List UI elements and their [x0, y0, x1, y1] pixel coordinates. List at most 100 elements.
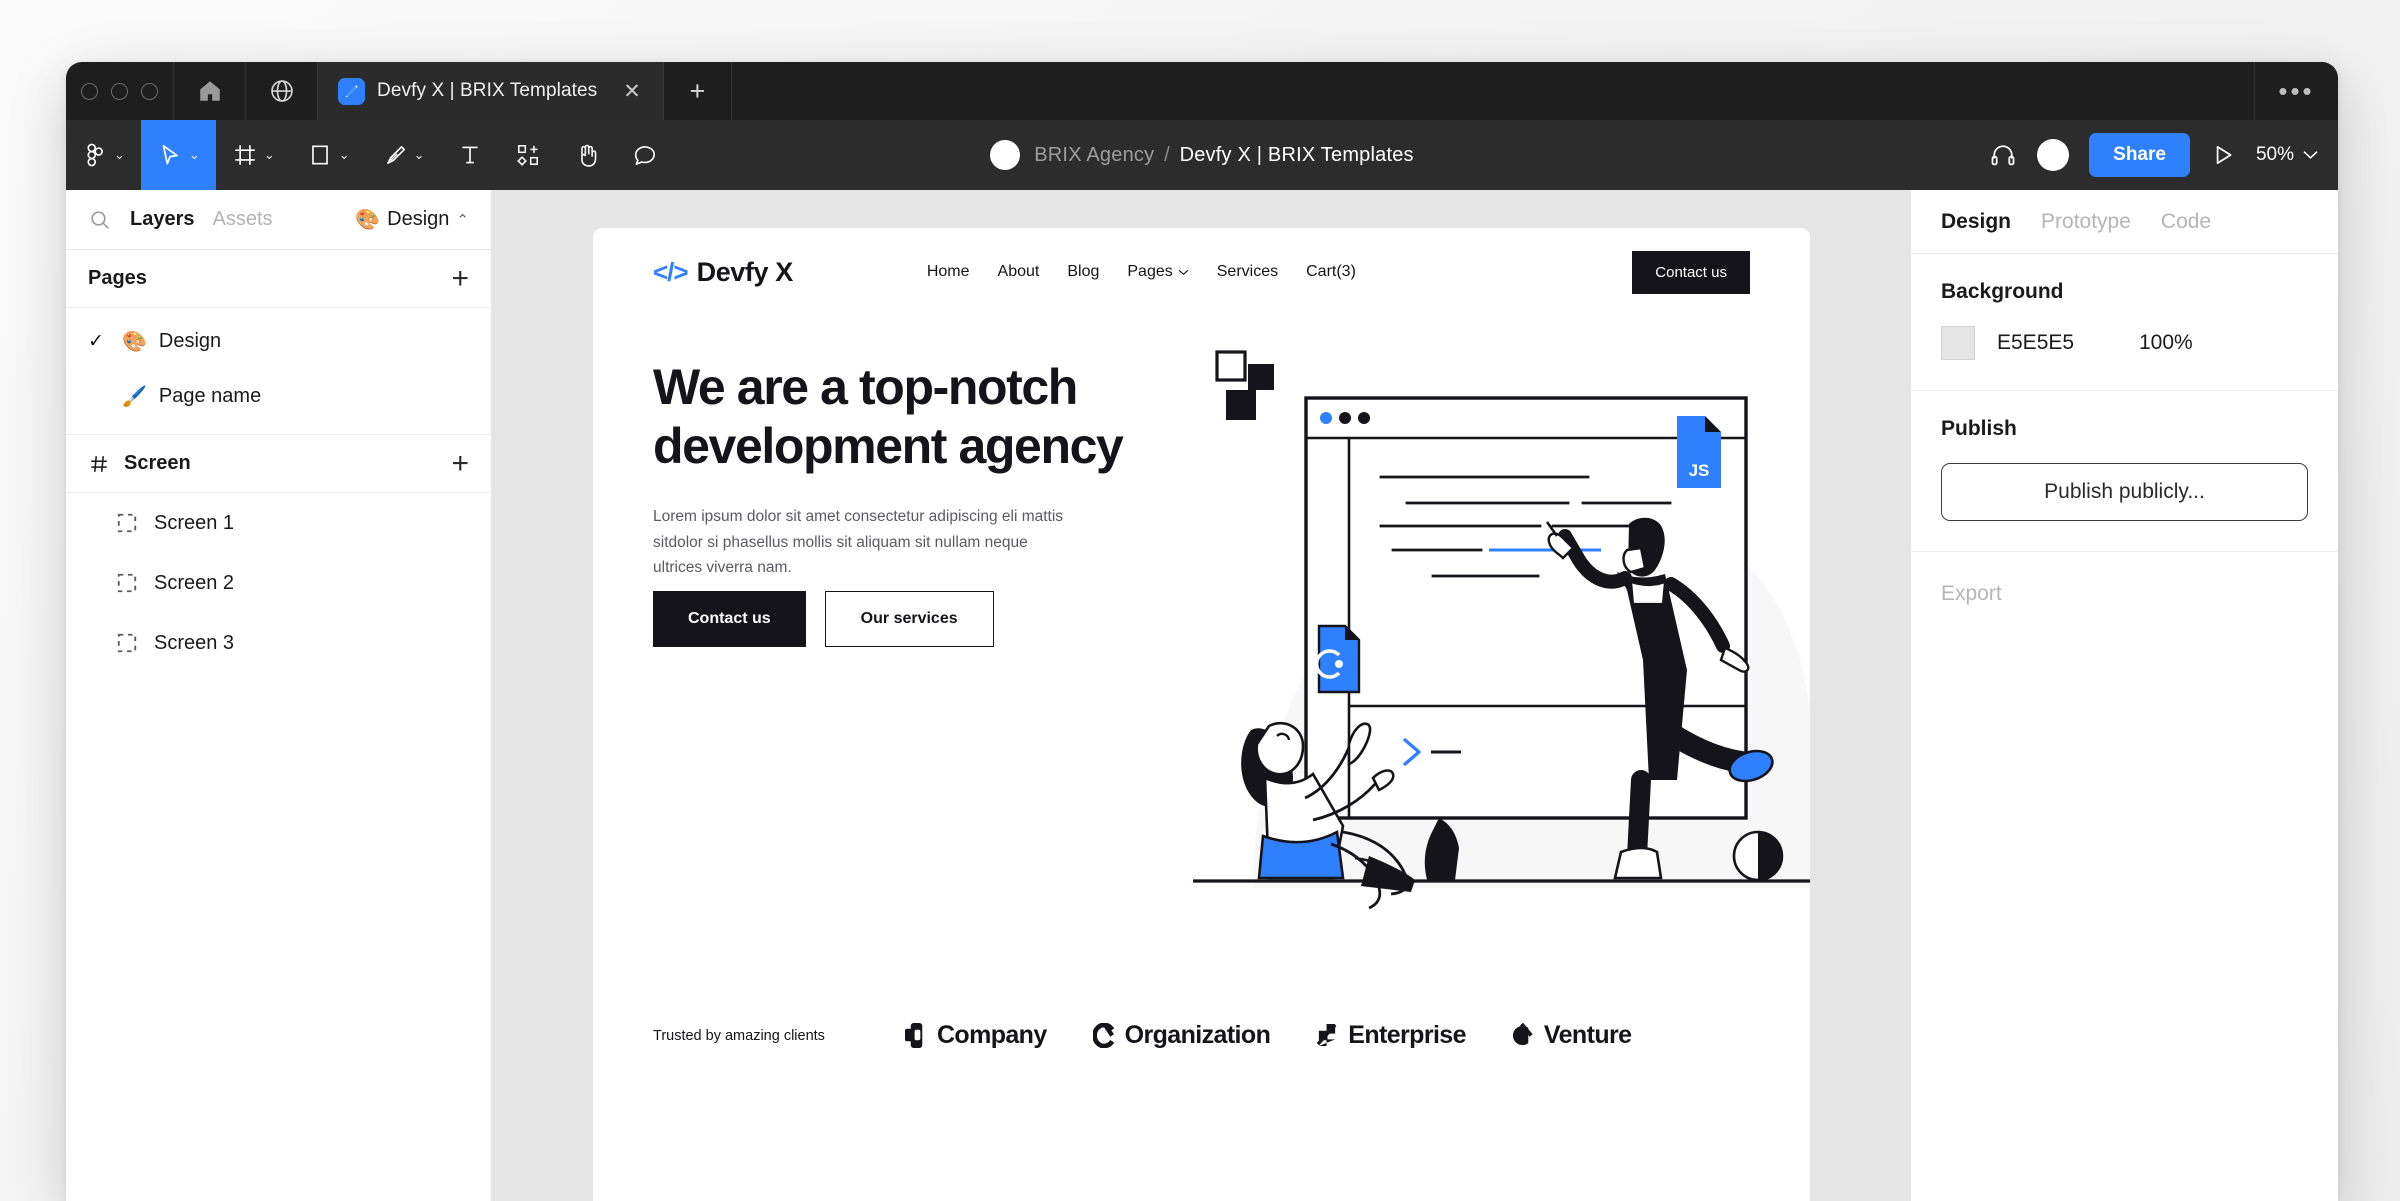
home-button[interactable] — [174, 62, 246, 120]
client-logo-company: Company — [904, 1021, 1047, 1050]
page-item-label: Design — [158, 330, 222, 352]
current-page-label: Design — [387, 208, 450, 230]
nav-link-label: Cart(3) — [1306, 263, 1356, 280]
close-tab-icon[interactable]: ✕ — [623, 81, 641, 102]
nav-link-label: About — [997, 263, 1040, 280]
venture-logo-icon — [1512, 1023, 1533, 1046]
app-window: Devfy X | BRIX Templates ✕ + ••• ⌄ ⌄ ⌄ ⌄… — [66, 62, 2338, 1201]
hero-contact-button[interactable]: Contact us — [653, 591, 806, 647]
nav-link-cart[interactable]: Cart(3) — [1306, 263, 1356, 281]
layer-item-label: Screen 1 — [154, 511, 235, 534]
paintbrush-icon: 🖌️ — [122, 386, 147, 408]
text-tool-icon — [461, 146, 478, 164]
pen-tool-button[interactable]: ⌄ — [366, 120, 441, 190]
maximize-window-icon[interactable] — [141, 82, 158, 100]
nav-link-services[interactable]: Services — [1217, 263, 1278, 281]
community-button[interactable] — [246, 62, 318, 120]
audio-button[interactable] — [1989, 141, 2017, 169]
comment-tool-button[interactable] — [616, 120, 674, 190]
nav-link-blog[interactable]: Blog — [1067, 263, 1099, 281]
breadcrumb-separator: / — [1164, 143, 1170, 166]
nav-link-label: Home — [926, 263, 970, 280]
share-button[interactable]: Share — [2089, 133, 2190, 177]
components-button[interactable] — [499, 120, 557, 190]
background-hex-value[interactable]: E5E5E5 — [1997, 331, 2117, 355]
present-button[interactable] — [2210, 142, 2236, 168]
page-item-page-name[interactable]: 🖌️ Page name — [66, 369, 491, 424]
add-page-button[interactable]: + — [451, 263, 469, 294]
zoom-level-value: 50% — [2255, 144, 2294, 165]
hash-button[interactable] — [88, 453, 110, 475]
artboard-screen-1[interactable]: </> Devfy X Home About Blog Pages Servic… — [593, 228, 1810, 1201]
tab-design[interactable]: Design — [1941, 210, 2011, 234]
frame-icon — [116, 572, 138, 594]
c-file-badge — [1314, 624, 1361, 694]
chevron-up-icon: ⌃ — [456, 211, 469, 229]
publish-publicly-button[interactable]: Publish publicly... — [1941, 463, 2308, 521]
hero-illustration: JS — [1193, 328, 1810, 923]
close-window-icon[interactable] — [81, 82, 98, 100]
move-tool-button[interactable]: ⌄ — [140, 120, 216, 190]
hero-paragraph: Lorem ipsum dolor sit amet consectetur a… — [653, 508, 1064, 577]
comment-icon — [634, 146, 655, 166]
window-traffic-lights[interactable] — [66, 62, 174, 120]
clients-strip: Trusted by amazing clients Company Organ… — [653, 1021, 1750, 1050]
components-icon — [516, 145, 538, 166]
layer-item-screen-2[interactable]: Screen 2 — [66, 553, 491, 613]
search-button[interactable] — [88, 208, 112, 232]
breadcrumb-file-name[interactable]: Devfy X | BRIX Templates — [1180, 144, 1414, 166]
file-tab[interactable]: Devfy X | BRIX Templates ✕ — [318, 62, 664, 120]
pen-icon — [386, 146, 405, 164]
page-item-design[interactable]: ✓ 🎨 Design — [66, 314, 491, 369]
avatar[interactable] — [2037, 139, 2070, 171]
enterprise-logo-icon — [1316, 1023, 1337, 1047]
hero-buttons: Contact us Our services — [653, 591, 994, 647]
shape-tool-button[interactable]: ⌄ — [291, 120, 366, 190]
text-tool-button[interactable] — [441, 120, 499, 190]
breadcrumb-team[interactable]: BRIX Agency — [1034, 144, 1154, 166]
background-opacity-value[interactable]: 100% — [2139, 331, 2193, 355]
layer-item-screen-3[interactable]: Screen 3 — [66, 613, 491, 673]
current-page-chip[interactable]: 🎨 Design ⌃ — [355, 207, 469, 232]
move-cursor-icon — [162, 144, 178, 165]
nav-link-pages[interactable]: Pages — [1127, 263, 1189, 281]
minimize-window-icon[interactable] — [111, 82, 128, 100]
layer-item-screen-1[interactable]: Screen 1 — [66, 493, 491, 553]
add-screen-button[interactable]: + — [451, 448, 469, 479]
hand-tool-button[interactable] — [557, 120, 616, 190]
tabstrip-spacer — [732, 62, 2254, 120]
tab-prototype[interactable]: Prototype — [2041, 210, 2131, 234]
new-tab-button[interactable]: + — [664, 62, 732, 120]
team-avatar[interactable] — [990, 140, 1021, 170]
background-section: Background E5E5E5 100% — [1911, 254, 2338, 391]
frame-tool-button[interactable]: ⌄ — [216, 120, 291, 190]
hero-services-button[interactable]: Our services — [824, 591, 994, 647]
zoom-control[interactable]: 50% — [2256, 144, 2318, 166]
website-logo[interactable]: </> Devfy X — [653, 257, 793, 288]
palette-icon: 🎨 — [122, 331, 147, 353]
client-logo-organization: Organization — [1092, 1021, 1271, 1050]
clients-label: Trusted by amazing clients — [653, 1027, 825, 1044]
background-title: Background — [1941, 280, 2064, 303]
navbar-contact-button[interactable]: Contact us — [1632, 250, 1750, 294]
tabstrip-overflow-menu[interactable]: ••• — [2254, 62, 2338, 120]
tab-code[interactable]: Code — [2161, 210, 2211, 234]
design-canvas[interactable]: </> Devfy X Home About Blog Pages Servic… — [492, 190, 1910, 1201]
frame-icon — [116, 512, 138, 534]
nav-link-label: Blog — [1067, 263, 1100, 280]
tab-assets[interactable]: Assets — [213, 208, 273, 231]
nav-link-about[interactable]: About — [998, 263, 1040, 281]
js-file-badge: JS — [1677, 416, 1721, 488]
frame-icon — [116, 632, 138, 654]
decor-square-outline — [1215, 350, 1247, 382]
nav-link-home[interactable]: Home — [927, 263, 970, 281]
export-section-title[interactable]: Export — [1911, 552, 2338, 636]
code-brackets-icon: </> — [653, 256, 689, 287]
background-color-swatch[interactable] — [1941, 326, 1975, 360]
main-menu-button[interactable]: ⌄ — [66, 120, 141, 190]
organization-logo-icon — [1092, 1023, 1114, 1048]
chevron-down-icon: ⌄ — [114, 147, 125, 162]
tab-layers[interactable]: Layers — [130, 208, 195, 231]
hash-icon — [91, 455, 107, 472]
palette-icon: 🎨 — [355, 209, 381, 231]
